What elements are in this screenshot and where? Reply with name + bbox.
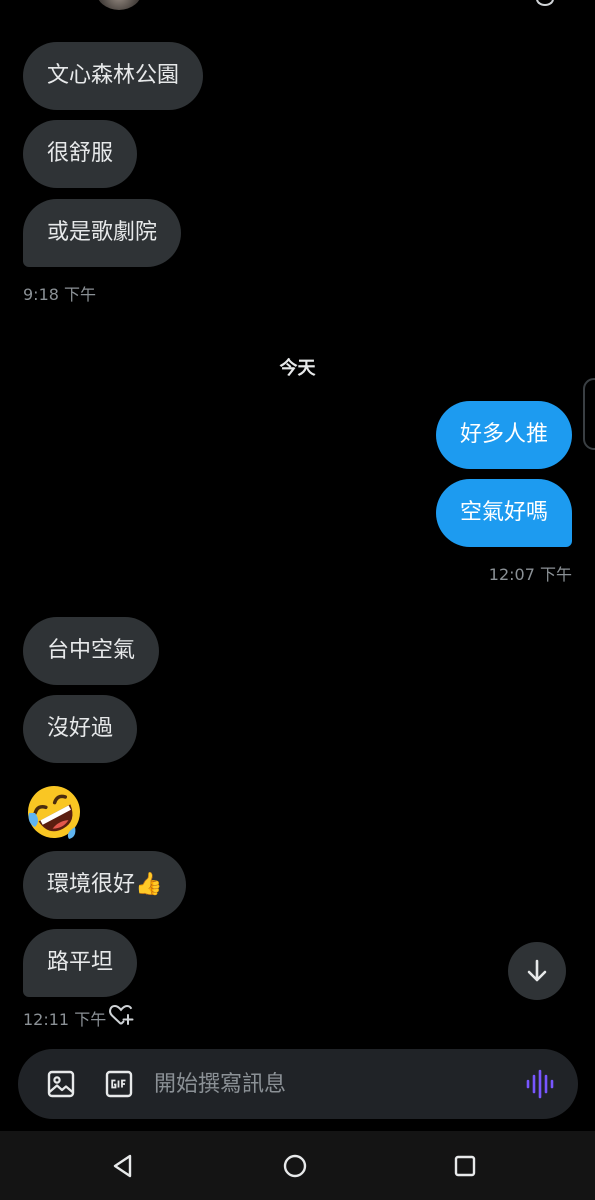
home-icon[interactable] — [280, 1151, 310, 1181]
message-bubble-received[interactable]: 環境很好👍 — [23, 851, 187, 919]
message-bubble-received[interactable]: 很舒服 — [23, 120, 138, 188]
voice-message-icon[interactable] — [524, 1068, 556, 1100]
rolling-on-floor-laughing-emoji[interactable] — [25, 783, 83, 841]
message-bubble-received[interactable]: 沒好過 — [23, 695, 138, 763]
message-timestamp: 12:07 下午 — [488, 565, 572, 584]
message-bubble-received[interactable]: 文心森林公園 — [23, 42, 204, 110]
image-icon[interactable] — [46, 1069, 76, 1099]
message-bubble-sent[interactable]: 空氣好嗎 — [435, 479, 572, 547]
arrow-down-icon — [527, 959, 547, 982]
header-info-icon-partial[interactable] — [536, 0, 554, 6]
message-composer — [18, 1049, 578, 1119]
back-icon[interactable] — [108, 1151, 138, 1181]
message-timestamp: 12:11 下午 — [23, 1010, 107, 1029]
message-bubble-sent[interactable]: 好多人推 — [435, 401, 572, 469]
chat-header-avatar-partial[interactable] — [96, 0, 142, 10]
message-bubble-received[interactable]: 或是歌劇院 — [23, 199, 182, 267]
recent-apps-icon[interactable] — [450, 1151, 480, 1181]
system-navigation-bar — [0, 1131, 595, 1200]
add-reaction-heart-icon[interactable] — [108, 1003, 134, 1027]
day-separator: 今天 — [279, 358, 316, 379]
message-timestamp: 9:18 下午 — [23, 285, 97, 304]
scroll-to-bottom-button[interactable] — [508, 942, 566, 1000]
message-input[interactable] — [154, 1059, 514, 1109]
message-bubble-received[interactable]: 台中空氣 — [23, 617, 160, 685]
gif-icon[interactable] — [104, 1069, 134, 1099]
message-bubble-received[interactable]: 路平坦 — [23, 929, 138, 997]
side-edge-handle[interactable] — [583, 378, 595, 450]
